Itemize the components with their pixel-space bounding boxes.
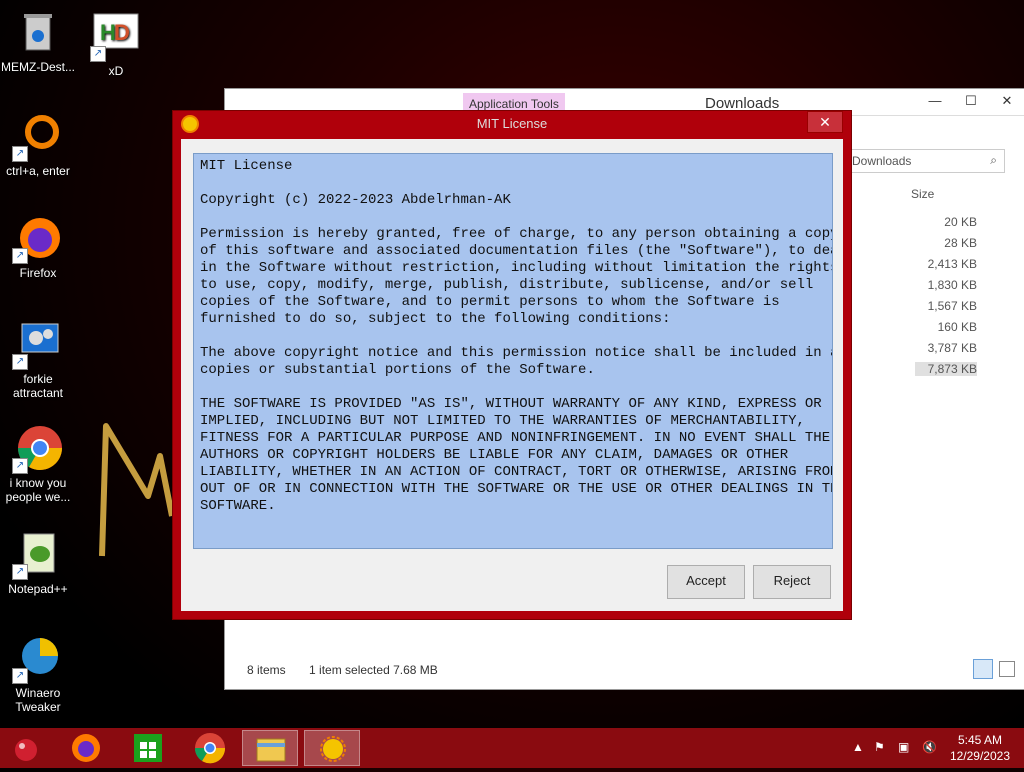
desktop-icon-memz[interactable]: MEMZ-Dest... (0, 8, 76, 74)
recycle-bin-icon (14, 8, 62, 56)
sun-icon (320, 736, 346, 762)
status-selection: 1 item selected 7.68 MB (309, 663, 438, 677)
start-button[interactable] (0, 730, 56, 766)
desktop-icon-forkie[interactable]: ↗ forkie attractant (0, 320, 76, 400)
reject-button[interactable]: Reject (753, 565, 831, 599)
hxd-icon: HD ↗ (90, 12, 140, 62)
desktop-icon-xd[interactable]: HD ↗ xD (78, 12, 154, 78)
desktop-icon-label: i know you people we... (5, 476, 71, 504)
clock-date: 12/29/2023 (949, 749, 1010, 763)
shortcut-arrow-icon: ↗ (12, 354, 28, 370)
shortcut-arrow-icon: ↗ (90, 46, 106, 62)
desktop-icon-label: Notepad++ (8, 582, 68, 596)
desktop-icon-winaero[interactable]: ↗ Winaero Tweaker (0, 634, 76, 714)
details-view-icon[interactable] (973, 659, 993, 679)
desktop-icon-firefox[interactable]: ↗ Firefox (0, 214, 76, 280)
network-icon[interactable]: ▣ (898, 740, 909, 754)
taskbar: ▲ ⚑ ▣ 🔇 5:45 AM 12/29/2023 (0, 728, 1024, 768)
desktop-icon-label: Winaero Tweaker (15, 686, 61, 714)
desktop-icon-chrome[interactable]: ↗ i know you people we... (0, 424, 76, 504)
chrome-icon (194, 733, 226, 764)
desktop-icon-notepadpp[interactable]: ↗ Notepad++ (0, 530, 76, 596)
size-cell: 3,787 KB (927, 341, 977, 355)
size-cell: 28 KB (944, 236, 977, 250)
search-input[interactable]: Downloads (847, 149, 1005, 173)
winaero-icon: ↗ (12, 634, 62, 684)
folder-icon (256, 738, 286, 762)
taskbar-firefox[interactable] (58, 730, 114, 766)
volume-muted-icon[interactable]: 🔇 (922, 740, 937, 754)
store-icon (134, 734, 162, 762)
dialog-close-button[interactable]: ✕ (807, 111, 843, 133)
search-icon: ⌕ (990, 153, 997, 167)
desktop-icon-label: ctrl+a, enter (6, 164, 70, 178)
large-icons-view-icon[interactable] (999, 661, 1015, 677)
show-hidden-icons[interactable]: ▲ (852, 740, 864, 754)
taskbar-clock[interactable]: 5:45 AM 12/29/2023 (950, 732, 1010, 764)
taskbar-store[interactable] (120, 730, 176, 766)
notepadpp-icon: ↗ (12, 530, 62, 580)
light-sign-decoration (99, 423, 175, 557)
shortcut-arrow-icon: ↗ (12, 668, 28, 684)
clock-time: 5:45 AM (957, 733, 1002, 747)
accept-button[interactable]: Accept (667, 565, 745, 599)
chrome-icon: ↗ (12, 424, 62, 474)
size-cell: 1,830 KB (927, 278, 977, 292)
dialog-title: MIT License (476, 116, 548, 131)
dialog-body: MIT License Copyright (c) 2022-2023 Abde… (181, 139, 843, 611)
size-cell: 20 KB (944, 215, 977, 229)
action-center-flag-icon[interactable]: ⚑ (874, 740, 885, 754)
desktop-icon-label: Firefox (19, 266, 57, 280)
start-orb-icon (15, 739, 37, 761)
size-cell: 2,413 KB (927, 257, 977, 271)
minimize-button[interactable]: — (917, 89, 953, 113)
desktop-icon-label: forkie attractant (12, 372, 64, 400)
settings-monitor-icon: ↗ (12, 320, 62, 370)
taskbar-license-app[interactable] (304, 730, 360, 766)
size-cell-selected: 7,873 KB (915, 362, 977, 376)
size-cell: 1,567 KB (927, 299, 977, 313)
ring-icon: ↗ (12, 112, 62, 162)
maximize-button[interactable]: ☐ (953, 89, 989, 113)
shortcut-arrow-icon: ↗ (12, 564, 28, 580)
license-dialog: MIT License ✕ MIT License Copyright (c) … (172, 110, 852, 620)
desktop-icon-ctrl-a[interactable]: ↗ ctrl+a, enter (0, 112, 76, 178)
close-button[interactable]: ✕ (989, 89, 1024, 113)
resize-cursor-icon: ↔ (1010, 478, 1024, 494)
status-bar: 8 items 1 item selected 7.68 MB (247, 663, 438, 677)
shortcut-arrow-icon: ↗ (12, 248, 28, 264)
shortcut-arrow-icon: ↗ (12, 458, 28, 474)
shortcut-arrow-icon: ↗ (12, 146, 28, 162)
desktop-icon-label: MEMZ-Dest... (1, 60, 75, 74)
column-header-size[interactable]: Size (911, 187, 934, 201)
taskbar-chrome[interactable] (182, 730, 238, 766)
firefox-icon: ↗ (12, 214, 62, 264)
size-cell: 160 KB (937, 320, 977, 334)
svg-text:D: D (114, 20, 130, 45)
taskbar-file-explorer[interactable] (242, 730, 298, 766)
desktop-icon-label: xD (108, 64, 124, 78)
license-textbox[interactable]: MIT License Copyright (c) 2022-2023 Abde… (193, 153, 833, 549)
status-item-count: 8 items (247, 663, 286, 677)
firefox-icon (72, 734, 100, 762)
